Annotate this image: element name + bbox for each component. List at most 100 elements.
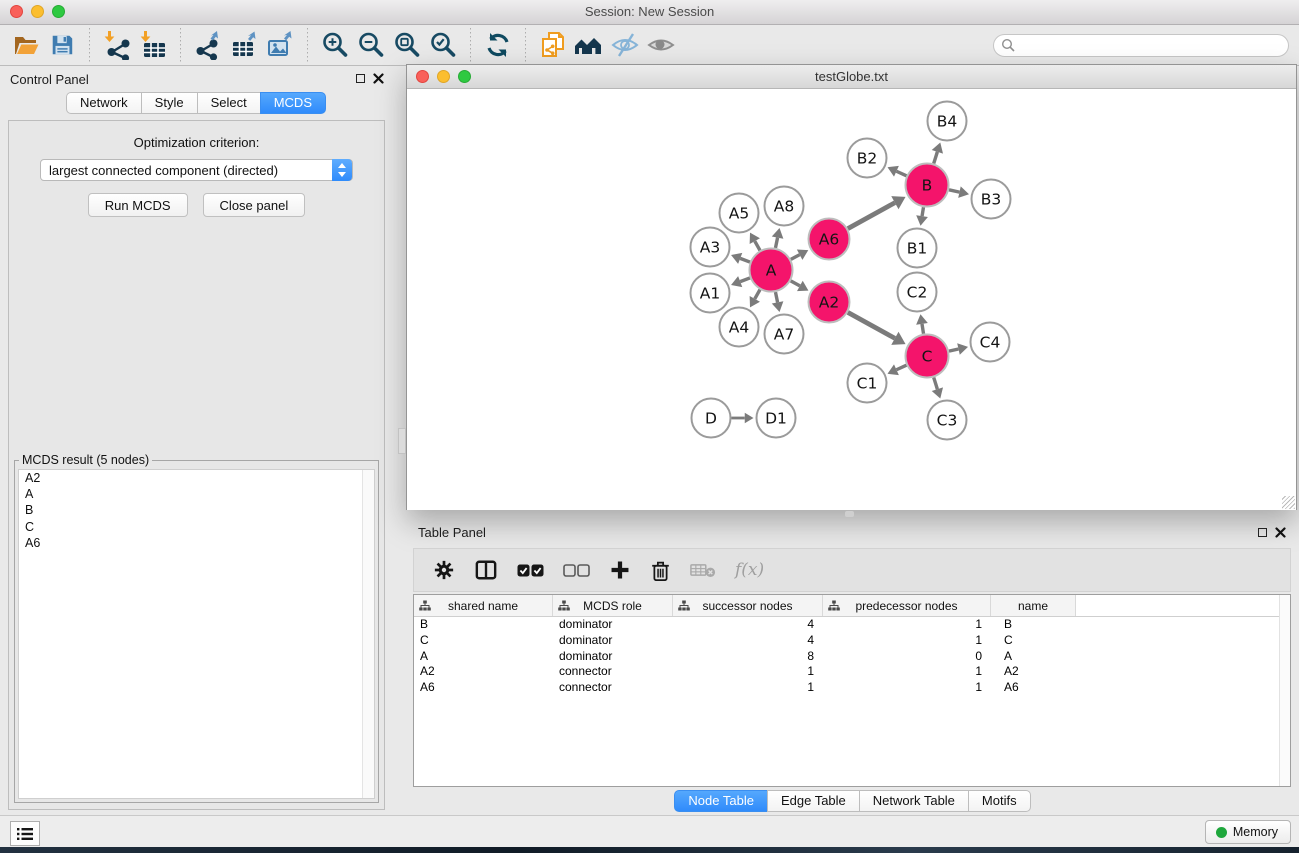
- column-header-name[interactable]: name: [991, 595, 1076, 616]
- zoom-out-button[interactable]: [353, 28, 389, 62]
- open-session-button[interactable]: [8, 28, 44, 62]
- import-network-icon: [102, 30, 132, 60]
- mcds-result-item[interactable]: A2: [19, 470, 374, 486]
- column-header-successor-nodes[interactable]: successor nodes: [673, 595, 823, 616]
- edge-A-A1[interactable]: [740, 278, 750, 282]
- mcds-result-list[interactable]: A2ABCA6: [18, 469, 375, 799]
- vertical-splitter-grip[interactable]: [398, 428, 406, 454]
- task-history-button[interactable]: [10, 821, 40, 846]
- refresh-view-button[interactable]: [480, 28, 516, 62]
- edge-A-A5[interactable]: [755, 241, 760, 250]
- export-network-button[interactable]: [190, 28, 226, 62]
- show-hide-graphics-button[interactable]: [607, 28, 643, 62]
- table-cell: 0: [823, 649, 991, 665]
- zoom-fit-button[interactable]: [389, 28, 425, 62]
- delete-table-button[interactable]: [690, 562, 716, 578]
- edge-A6-B[interactable]: [848, 203, 895, 229]
- import-table-icon: [138, 30, 168, 60]
- column-header-shared-name[interactable]: shared name: [414, 595, 553, 616]
- deselect-all-rows-button[interactable]: [563, 564, 590, 577]
- table-cell: dominator: [553, 649, 673, 665]
- table-scrollbar[interactable]: [1279, 595, 1290, 786]
- search-input[interactable]: [993, 34, 1289, 57]
- mcds-result-item[interactable]: A6: [19, 535, 374, 551]
- edge-A-A8[interactable]: [775, 238, 777, 248]
- copy-style-button[interactable]: [535, 28, 571, 62]
- plus-icon: [609, 559, 631, 581]
- edge-A-A7[interactable]: [775, 292, 777, 302]
- table-row[interactable]: Bdominator41B: [414, 617, 1290, 633]
- table-row[interactable]: Cdominator41C: [414, 633, 1290, 649]
- edge-B-B1[interactable]: [922, 207, 923, 216]
- edge-B-B3[interactable]: [949, 190, 959, 192]
- edge-A-A3[interactable]: [740, 258, 750, 262]
- table-row[interactable]: A2connector11A2: [414, 664, 1290, 680]
- edge-B-B4[interactable]: [934, 152, 938, 164]
- edge-A-A2[interactable]: [791, 281, 800, 286]
- tab-node-table[interactable]: Node Table: [674, 790, 768, 812]
- network-window-titlebar[interactable]: testGlobe.txt: [407, 65, 1296, 89]
- mcds-result-item[interactable]: B: [19, 502, 374, 518]
- save-session-button[interactable]: [44, 28, 80, 62]
- export-table-button[interactable]: [226, 28, 262, 62]
- node-label-B4: B4: [937, 113, 958, 131]
- import-network-button[interactable]: [99, 28, 135, 62]
- first-neighbors-button[interactable]: [571, 28, 607, 62]
- run-mcds-button[interactable]: Run MCDS: [88, 193, 188, 217]
- table-settings-button[interactable]: [433, 559, 455, 581]
- close-panel-icon[interactable]: [373, 73, 384, 84]
- export-image-button[interactable]: [262, 28, 298, 62]
- close-table-panel-icon[interactable]: [1275, 527, 1286, 538]
- select-all-rows-button[interactable]: [517, 564, 544, 577]
- edge-B-B2[interactable]: [896, 171, 906, 176]
- window-resize-grip[interactable]: [1282, 496, 1295, 509]
- tab-style[interactable]: Style: [141, 92, 198, 114]
- mcds-list-scrollbar[interactable]: [362, 470, 374, 798]
- table-cell: B: [991, 617, 1076, 633]
- table-cell: 1: [823, 680, 991, 696]
- table-row[interactable]: A6connector11A6: [414, 680, 1290, 696]
- column-header-predecessor-nodes[interactable]: predecessor nodes: [823, 595, 991, 616]
- float-table-panel-icon[interactable]: [1258, 528, 1267, 537]
- mcds-result-item[interactable]: A: [19, 486, 374, 502]
- function-builder-button[interactable]: f(x): [735, 560, 764, 580]
- zoom-fit-icon: [392, 30, 422, 60]
- column-header-MCDS-role[interactable]: MCDS role: [553, 595, 673, 616]
- checked-boxes-icon: [517, 564, 544, 577]
- application-window: Session: New Session: [0, 0, 1299, 853]
- tab-mcds[interactable]: MCDS: [260, 92, 326, 114]
- import-table-button[interactable]: [135, 28, 171, 62]
- mcds-result-items: A2ABCA6: [19, 470, 374, 551]
- tab-network[interactable]: Network: [66, 92, 142, 114]
- zoom-in-button[interactable]: [317, 28, 353, 62]
- tab-network-table[interactable]: Network Table: [859, 790, 969, 812]
- tab-edge-table[interactable]: Edge Table: [767, 790, 860, 812]
- bird-eye-view-button[interactable]: [643, 28, 679, 62]
- horizontal-splitter-grip[interactable]: [845, 511, 854, 517]
- edge-C-C1[interactable]: [896, 365, 906, 370]
- edge-A-A4[interactable]: [755, 290, 760, 299]
- criterion-select[interactable]: largest connected component (directed): [40, 159, 353, 181]
- search-field: [993, 34, 1289, 57]
- table-cell: 4: [673, 633, 823, 649]
- edge-C-C4[interactable]: [949, 349, 959, 351]
- float-panel-icon[interactable]: [356, 74, 365, 83]
- node-label-A7: A7: [774, 326, 794, 344]
- network-canvas[interactable]: B4B2BB3A8A5A6A3B1AC2A1A2A4A7C4CC1C3DD1: [407, 89, 1296, 510]
- tab-select[interactable]: Select: [197, 92, 261, 114]
- edge-A2-C[interactable]: [848, 312, 895, 338]
- edge-C-C2[interactable]: [922, 324, 924, 334]
- edge-C-C3[interactable]: [934, 377, 938, 389]
- memory-button[interactable]: Memory: [1205, 820, 1291, 844]
- delete-columns-button[interactable]: [650, 559, 671, 582]
- mcds-result-item[interactable]: C: [19, 519, 374, 535]
- split-view-button[interactable]: [474, 559, 498, 581]
- toolbar-separator: [180, 28, 181, 62]
- close-panel-button[interactable]: Close panel: [203, 193, 306, 217]
- table-row[interactable]: Adominator80A: [414, 649, 1290, 665]
- tab-motifs[interactable]: Motifs: [968, 790, 1031, 812]
- edge-A-A6[interactable]: [791, 255, 800, 260]
- zoom-selected-button[interactable]: [425, 28, 461, 62]
- status-bar: Memory: [0, 815, 1299, 848]
- create-column-button[interactable]: [609, 559, 631, 581]
